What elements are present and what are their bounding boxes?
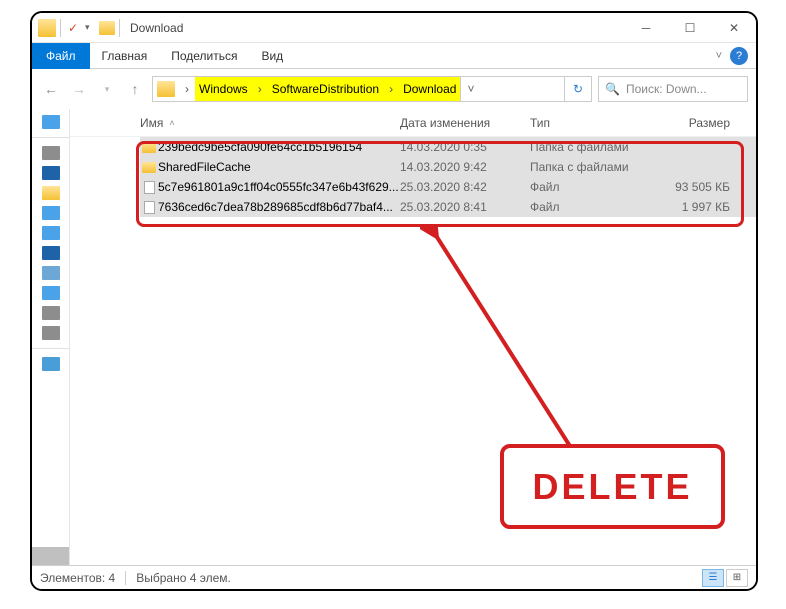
tab-home[interactable]: Главная bbox=[90, 43, 160, 69]
pictures-icon[interactable] bbox=[42, 226, 60, 240]
col-name[interactable]: Имя bbox=[140, 116, 163, 130]
table-row[interactable]: SharedFileCache 14.03.2020 9:42 Папка с … bbox=[140, 157, 756, 177]
chevron-right-icon[interactable]: › bbox=[179, 82, 195, 96]
content-area: Имя ˄ Дата изменения Тип Размер 239bedc9b… bbox=[32, 109, 756, 565]
tab-view[interactable]: Вид bbox=[249, 43, 295, 69]
file-date: 14.03.2020 0:35 bbox=[400, 140, 530, 154]
status-bar: Элементов: 4 Выбрано 4 элем. ☰ ⊞ bbox=[32, 565, 756, 589]
col-type[interactable]: Тип bbox=[530, 116, 650, 130]
file-name: 7636ced6c7dea78b289685cdf8b6d77baf4... bbox=[158, 200, 400, 214]
back-button[interactable]: ← bbox=[40, 78, 62, 100]
delete-annotation: DELETE bbox=[500, 444, 725, 529]
folder-icon bbox=[38, 19, 56, 37]
network-icon[interactable] bbox=[42, 357, 60, 371]
collapse-ribbon-icon[interactable]: ˅ bbox=[716, 50, 730, 62]
table-row[interactable]: 7636ced6c7dea78b289685cdf8b6d77baf4... 2… bbox=[140, 197, 756, 217]
music-icon[interactable] bbox=[42, 246, 60, 260]
documents-icon[interactable] bbox=[42, 186, 60, 200]
file-rows: 239bedc9be5cfa090fe64cc1b5196154 14.03.2… bbox=[70, 137, 756, 217]
breadcrumb[interactable]: Download bbox=[399, 82, 460, 96]
separator bbox=[32, 137, 69, 138]
col-size[interactable]: Размер bbox=[650, 116, 730, 130]
local-disk-icon[interactable] bbox=[42, 306, 60, 320]
quick-access-toolbar: ✓ ▾ bbox=[32, 19, 120, 37]
videos-icon[interactable] bbox=[42, 166, 60, 180]
folder-icon bbox=[142, 162, 156, 173]
downloads-icon[interactable] bbox=[42, 206, 60, 220]
properties-icon[interactable]: ✓ bbox=[65, 20, 81, 36]
window-title: Download bbox=[130, 21, 183, 35]
navigation-bar: ← → ▾ ↑ › Windows › SoftwareDistribution… bbox=[32, 69, 756, 109]
this-pc-icon[interactable] bbox=[42, 146, 60, 160]
refresh-button[interactable]: ↻ bbox=[564, 77, 591, 101]
breadcrumb-highlight: Windows › SoftwareDistribution › Downloa… bbox=[195, 77, 460, 101]
file-size: 1 997 КБ bbox=[650, 200, 730, 214]
window-controls: ─ ☐ ✕ bbox=[624, 13, 756, 43]
desktop-icon[interactable] bbox=[42, 286, 60, 300]
file-tab[interactable]: Файл bbox=[32, 43, 90, 69]
separator bbox=[60, 19, 61, 37]
separator bbox=[32, 348, 69, 349]
folder-icon bbox=[157, 81, 175, 97]
nav-pane[interactable] bbox=[32, 109, 70, 565]
icons-view-button[interactable]: ⊞ bbox=[726, 569, 748, 587]
file-list: Имя ˄ Дата изменения Тип Размер 239bedc9b… bbox=[70, 109, 756, 565]
details-view-button[interactable]: ☰ bbox=[702, 569, 724, 587]
table-row[interactable]: 239bedc9be5cfa090fe64cc1b5196154 14.03.2… bbox=[140, 137, 756, 157]
file-type: Папка с файлами bbox=[530, 140, 650, 154]
ribbon: Файл Главная Поделиться Вид ˅ ? bbox=[32, 43, 756, 69]
explorer-window: ✓ ▾ Download ─ ☐ ✕ Файл Главная Поделить… bbox=[30, 11, 758, 591]
column-headers[interactable]: Имя ˄ Дата изменения Тип Размер bbox=[70, 109, 756, 137]
folder-icon bbox=[99, 21, 115, 35]
help-icon[interactable]: ? bbox=[730, 47, 748, 65]
sort-asc-icon: ˄ bbox=[169, 118, 174, 128]
close-button[interactable]: ✕ bbox=[712, 13, 756, 43]
folder-icon bbox=[142, 142, 156, 153]
chevron-right-icon[interactable]: › bbox=[252, 82, 268, 96]
up-button[interactable]: ↑ bbox=[124, 78, 146, 100]
maximize-button[interactable]: ☐ bbox=[668, 13, 712, 43]
file-name: 5c7e961801a9c1ff04c0555fc347e6b43f629... bbox=[158, 180, 400, 194]
onedrive-icon[interactable] bbox=[42, 115, 60, 129]
selected-count: Выбрано 4 элем. bbox=[136, 571, 231, 585]
objects-icon[interactable] bbox=[42, 266, 60, 280]
file-type: Файл bbox=[530, 180, 650, 194]
minimize-button[interactable]: ─ bbox=[624, 13, 668, 43]
local-disk-icon[interactable] bbox=[42, 326, 60, 340]
tab-share[interactable]: Поделиться bbox=[159, 43, 249, 69]
chevron-down-icon[interactable]: ▾ bbox=[85, 22, 95, 33]
item-count: Элементов: 4 bbox=[40, 571, 115, 585]
view-mode-buttons: ☰ ⊞ bbox=[702, 569, 748, 587]
title-bar: ✓ ▾ Download ─ ☐ ✕ bbox=[32, 13, 756, 43]
table-row[interactable]: 5c7e961801a9c1ff04c0555fc347e6b43f629...… bbox=[140, 177, 756, 197]
file-size: 93 505 КБ bbox=[650, 180, 730, 194]
file-icon bbox=[144, 201, 155, 214]
recent-chevron-icon[interactable]: ▾ bbox=[96, 78, 118, 100]
file-type: Папка с файлами bbox=[530, 160, 650, 174]
file-name: 239bedc9be5cfa090fe64cc1b5196154 bbox=[158, 140, 400, 154]
address-dropdown-icon[interactable]: ˅ bbox=[460, 77, 480, 101]
delete-label: DELETE bbox=[532, 466, 692, 508]
file-name: SharedFileCache bbox=[158, 160, 400, 174]
scrollbar[interactable] bbox=[32, 547, 69, 565]
search-icon: 🔍 bbox=[605, 82, 620, 96]
search-input[interactable]: 🔍 Поиск: Down... bbox=[598, 76, 748, 102]
file-type: Файл bbox=[530, 200, 650, 214]
file-date: 14.03.2020 9:42 bbox=[400, 160, 530, 174]
breadcrumb[interactable]: Windows bbox=[195, 82, 252, 96]
search-placeholder: Поиск: Down... bbox=[626, 82, 707, 96]
breadcrumb[interactable]: SoftwareDistribution bbox=[268, 82, 383, 96]
separator bbox=[125, 571, 126, 585]
separator bbox=[119, 19, 120, 37]
file-icon bbox=[144, 181, 155, 194]
forward-button[interactable]: → bbox=[68, 78, 90, 100]
chevron-right-icon[interactable]: › bbox=[383, 82, 399, 96]
address-bar[interactable]: › Windows › SoftwareDistribution › Downl… bbox=[152, 76, 592, 102]
col-date[interactable]: Дата изменения bbox=[400, 116, 530, 130]
file-date: 25.03.2020 8:42 bbox=[400, 180, 530, 194]
file-date: 25.03.2020 8:41 bbox=[400, 200, 530, 214]
